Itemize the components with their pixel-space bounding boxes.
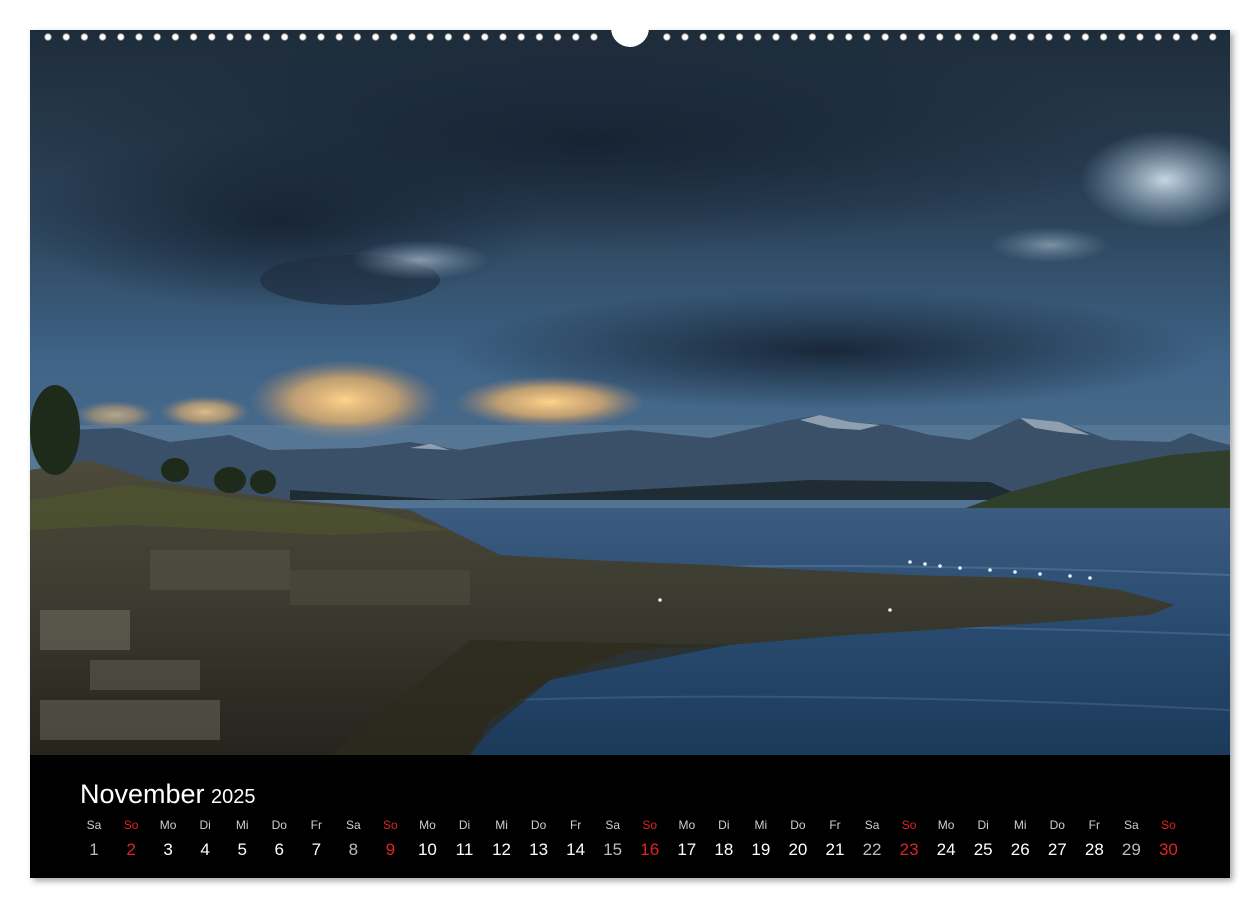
day-number: 14 — [566, 840, 586, 859]
day-number: 29 — [1121, 840, 1141, 859]
month-name: November — [80, 779, 205, 809]
day-number: 26 — [1010, 840, 1030, 859]
weekday-label: Do — [271, 818, 287, 832]
month-title: November 2025 — [80, 779, 256, 810]
weekday-label: Mo — [419, 818, 436, 832]
weekday-label: Di — [718, 818, 730, 832]
day-number: 11 — [455, 840, 474, 859]
day-number: 9 — [385, 840, 396, 859]
day-number: 19 — [751, 840, 771, 859]
weekday-label: Fr — [1088, 818, 1100, 832]
day-number: 2 — [126, 840, 136, 859]
weekday-label: Mo — [678, 818, 696, 832]
day-number: 27 — [1047, 840, 1067, 859]
day-number: 13 — [529, 840, 549, 859]
weekday-label: Sa — [1124, 818, 1139, 832]
day-number: 17 — [677, 840, 697, 859]
day-number: 18 — [714, 840, 734, 859]
weekday-label: Sa — [605, 818, 621, 832]
weekday-label: Mi — [754, 818, 768, 832]
weekday-label: Fr — [829, 818, 841, 832]
day-number: 10 — [417, 840, 437, 859]
day-number: 16 — [640, 840, 660, 859]
weekday-label: Fr — [310, 818, 322, 832]
day-number: 12 — [492, 840, 511, 859]
day-number: 1 — [89, 840, 99, 859]
day-number: 22 — [862, 840, 882, 859]
weekday-label: So — [1161, 818, 1176, 832]
weekday-label: Sa — [86, 818, 102, 832]
day-number: 5 — [237, 840, 247, 859]
weekday-label: So — [901, 818, 917, 832]
day-number: 30 — [1158, 840, 1178, 859]
weekday-label: Mo — [937, 818, 955, 832]
calendar-page: November 2025 Sa 1 So 2 Mo 3 Di 4 Mi 5 Do 6 Fr 7 Sa 8 So… — [30, 18, 1230, 878]
weekday-label: Di — [458, 818, 471, 832]
weekday-label: Mo — [159, 818, 177, 832]
weekday-label: Do — [790, 818, 806, 832]
month-year: 2025 — [211, 786, 256, 808]
day-number: 15 — [603, 840, 623, 859]
day-number: 25 — [973, 840, 993, 859]
weekday-label: So — [123, 818, 139, 832]
weekday-label: Mi — [495, 818, 508, 832]
weekday-label: Di — [977, 818, 989, 832]
weekday-label: Do — [1049, 818, 1065, 832]
weekday-label: Do — [530, 818, 547, 832]
weekday-label: So — [383, 818, 398, 832]
weekday-label: Sa — [864, 818, 880, 832]
weekday-label: Mi — [1013, 818, 1027, 832]
day-number: 3 — [163, 840, 173, 859]
landscape-photo — [30, 30, 1230, 755]
weekday-label: So — [642, 818, 658, 832]
day-number: 24 — [936, 840, 956, 859]
day-number: 8 — [348, 840, 359, 859]
day-number: 23 — [899, 840, 919, 859]
day-number: 20 — [788, 840, 808, 859]
day-number: 28 — [1084, 840, 1104, 859]
weekday-label: Di — [199, 818, 211, 832]
weekday-label: Mi — [235, 818, 249, 832]
calendar-strip: November 2025 Sa 1 So 2 Mo 3 Di 4 Mi 5 Do 6 Fr 7 Sa 8 So… — [30, 755, 1230, 878]
weekday-label: Fr — [569, 818, 582, 832]
day-number: 21 — [825, 840, 845, 859]
day-number: 4 — [200, 840, 210, 859]
day-number: 6 — [274, 840, 284, 859]
day-number: 7 — [311, 840, 322, 859]
weekday-label: Sa — [346, 818, 361, 832]
